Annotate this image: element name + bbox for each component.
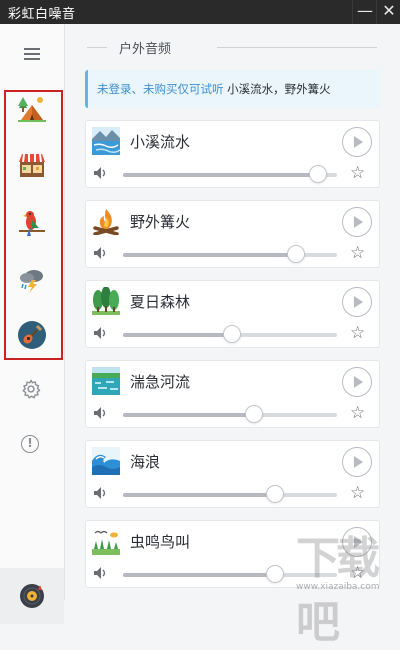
volume-slider[interactable] <box>123 245 337 263</box>
waves-icon <box>92 447 120 475</box>
sound-card-campfire: 野外篝火 ☆ <box>85 200 380 268</box>
notice-prefix: 未登录、未购买仅可试听 <box>97 82 224 96</box>
gear-icon[interactable] <box>20 378 42 400</box>
speaker-icon[interactable] <box>93 166 109 180</box>
speaker-icon[interactable] <box>93 486 109 500</box>
close-button[interactable]: ✕ <box>376 0 400 24</box>
volume-knob[interactable] <box>287 245 306 263</box>
notice-sounds: 小溪流水，野外篝火 <box>227 82 331 96</box>
sound-card-river: 湍急河流 ☆ <box>85 360 380 428</box>
insects-birds-icon <box>92 530 120 555</box>
volume-knob[interactable] <box>223 325 242 343</box>
play-button[interactable] <box>342 447 372 477</box>
volume-slider[interactable] <box>123 405 337 423</box>
forest-icon <box>92 287 120 315</box>
guitar-icon[interactable] <box>17 320 47 350</box>
thunderstorm-cloud-icon[interactable] <box>17 264 47 294</box>
star-icon[interactable]: ☆ <box>350 483 365 503</box>
sound-name: 小溪流水 <box>130 133 191 151</box>
volume-slider[interactable] <box>123 325 337 343</box>
about-info-icon[interactable]: ! <box>21 435 39 453</box>
play-button[interactable] <box>342 207 372 237</box>
star-icon[interactable]: ☆ <box>350 163 365 183</box>
sound-name: 野外篝火 <box>130 213 191 231</box>
star-icon[interactable]: ☆ <box>350 243 365 263</box>
volume-slider[interactable] <box>123 165 337 183</box>
volume-knob[interactable] <box>244 405 263 423</box>
sound-name: 夏日森林 <box>130 293 191 311</box>
sound-name: 虫鸣鸟叫 <box>130 533 191 551</box>
star-icon[interactable]: ☆ <box>350 403 365 423</box>
vinyl-disc-icon[interactable] <box>18 582 46 610</box>
camping-tent-icon[interactable] <box>17 94 47 124</box>
sound-card-forest: 夏日森林 ☆ <box>85 280 380 348</box>
stream-icon <box>92 127 120 155</box>
speaker-icon[interactable] <box>93 566 109 580</box>
star-icon[interactable]: ☆ <box>350 323 365 343</box>
speaker-icon[interactable] <box>93 406 109 420</box>
title-bar: 彩虹白噪音 — ✕ <box>0 0 400 24</box>
sound-name: 湍急河流 <box>130 373 191 391</box>
parrot-icon[interactable] <box>17 208 47 238</box>
play-button[interactable] <box>342 367 372 397</box>
play-button[interactable] <box>342 127 372 157</box>
minimize-button[interactable]: — <box>352 0 377 24</box>
river-icon <box>92 367 120 395</box>
play-button[interactable] <box>342 287 372 317</box>
section-header: 户外音频 <box>87 38 377 58</box>
volume-knob[interactable] <box>308 165 327 183</box>
section-title: 户外音频 <box>119 42 172 57</box>
main-panel: 户外音频 未登录、未购买仅可试听 小溪流水，野外篝火 小溪流水 ☆ 野外篝火 ☆… <box>65 24 400 600</box>
speaker-icon[interactable] <box>93 246 109 260</box>
sound-name: 海浪 <box>130 453 161 471</box>
sidebar: ! <box>0 24 65 624</box>
sound-card-stream: 小溪流水 ☆ <box>85 120 380 188</box>
market-stall-icon[interactable] <box>17 150 47 180</box>
campfire-icon <box>93 209 119 235</box>
sound-card-waves: 海浪 ☆ <box>85 440 380 508</box>
volume-knob[interactable] <box>265 485 284 503</box>
volume-knob[interactable] <box>265 565 284 583</box>
volume-slider[interactable] <box>123 485 337 503</box>
app-title: 彩虹白噪音 <box>8 7 76 22</box>
watermark: 下载吧 www.xiazaiba.com <box>290 522 398 648</box>
watermark-site: www.xiazaiba.com <box>296 582 380 592</box>
hamburger-menu-icon[interactable] <box>24 48 40 63</box>
player-area <box>0 568 64 624</box>
speaker-icon[interactable] <box>93 326 109 340</box>
trial-notice: 未登录、未购买仅可试听 小溪流水，野外篝火 <box>85 70 380 108</box>
